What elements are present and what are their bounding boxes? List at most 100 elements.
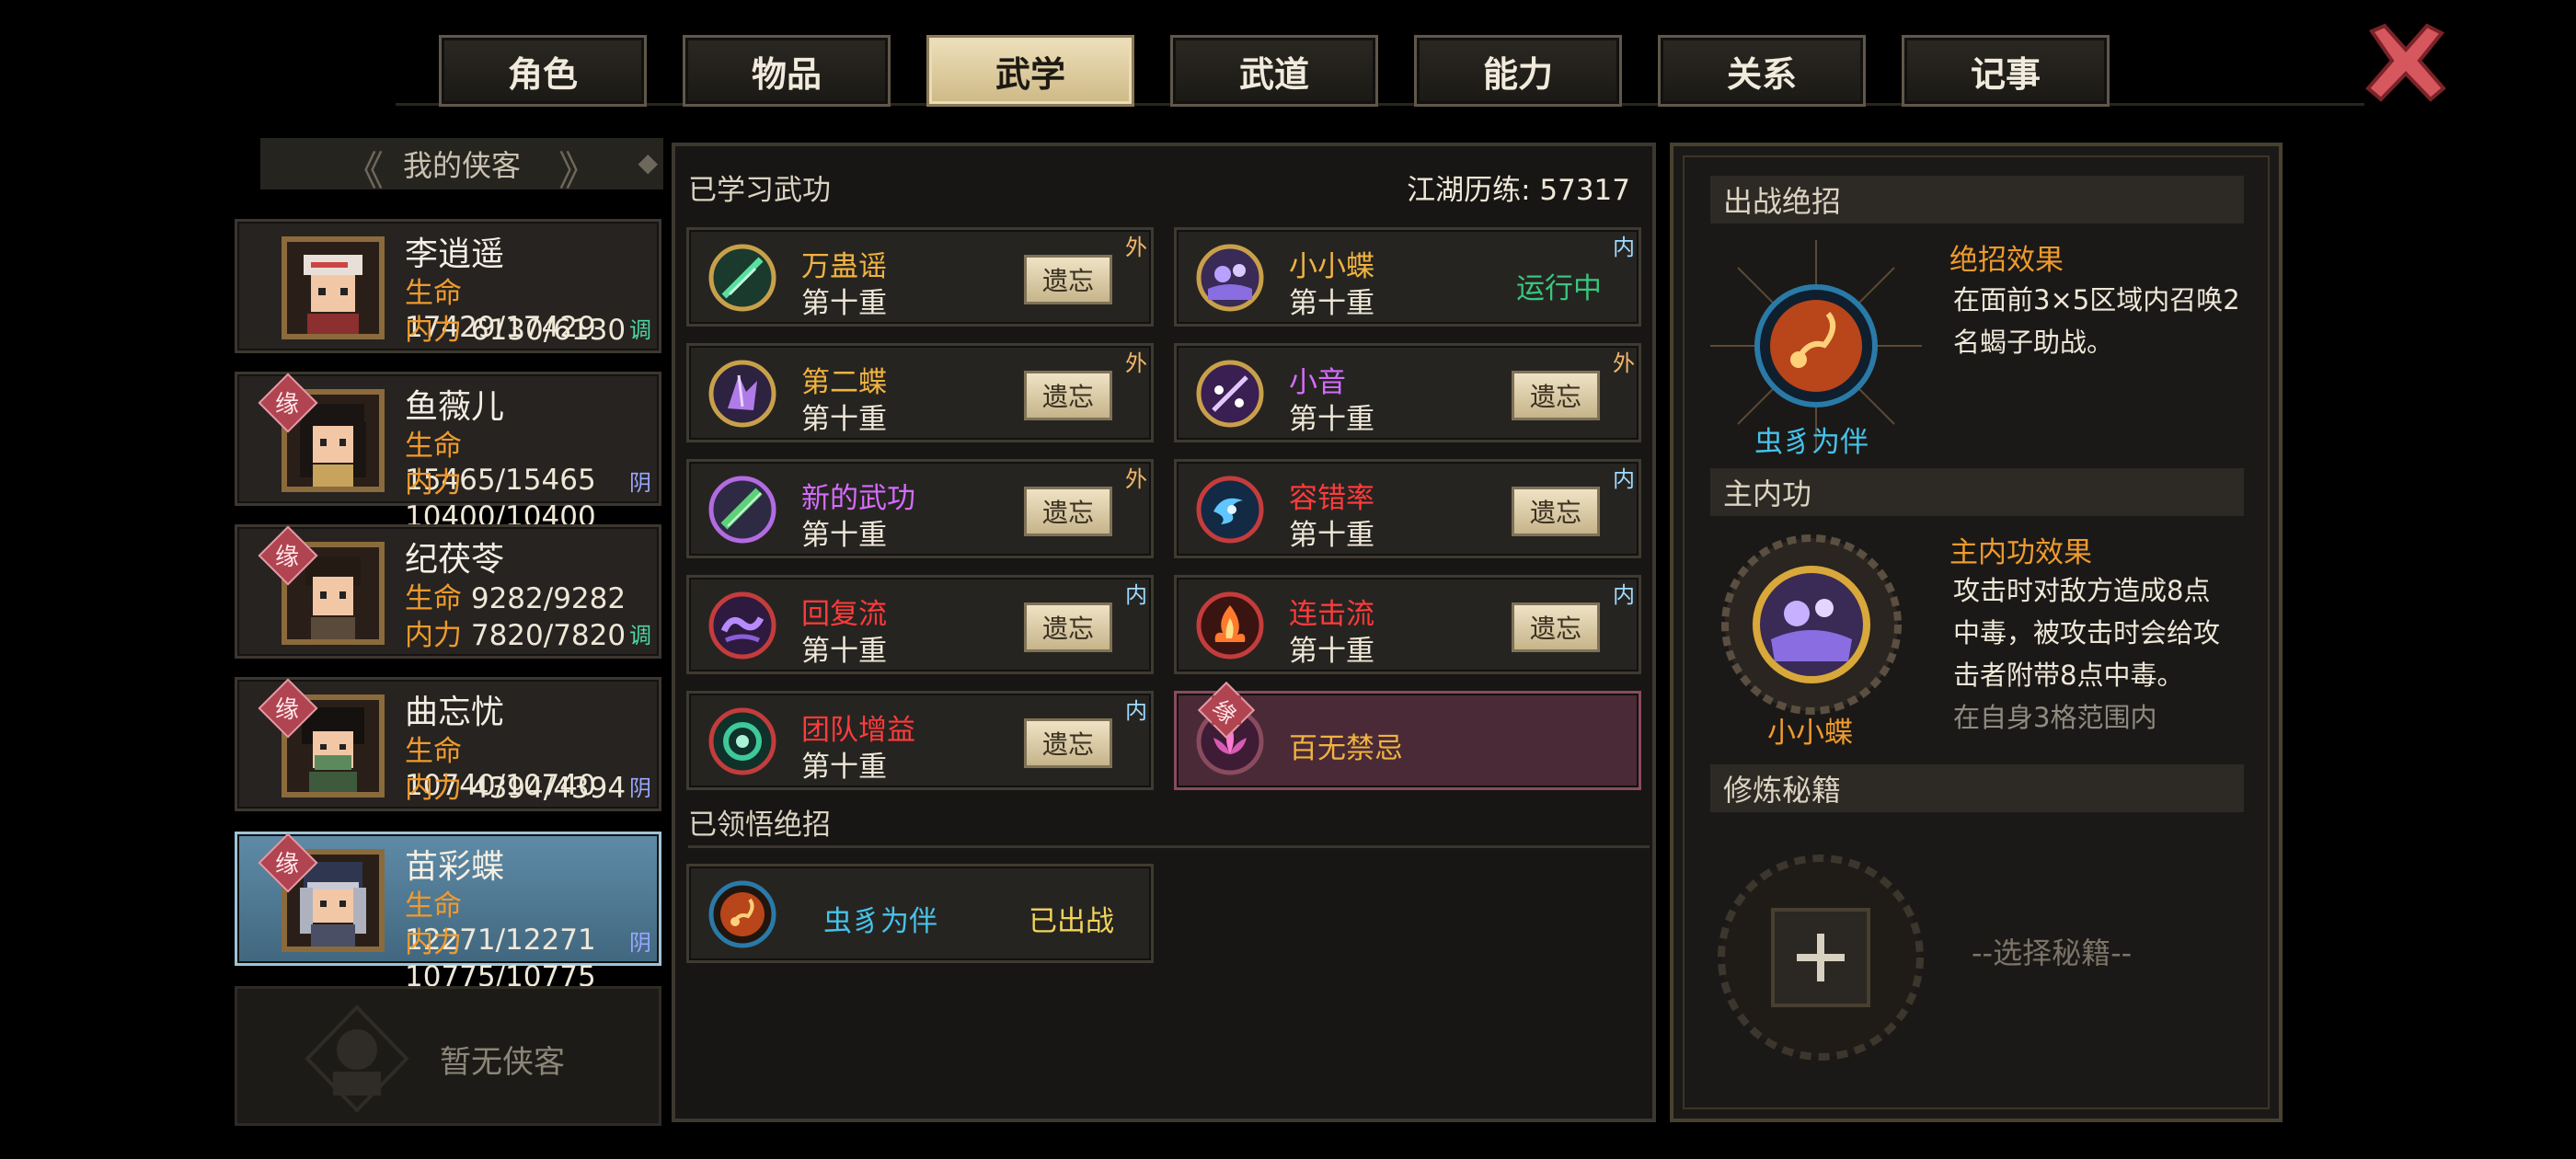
section-divider [688, 845, 1650, 848]
skill-card[interactable]: 小音 第十重 遗忘 外 [1174, 343, 1641, 442]
learned-skills-title: 已学习武功 [688, 174, 831, 207]
ultimate-status: 已出战 [1029, 905, 1114, 938]
scorpion-icon [708, 880, 776, 948]
type-badge: 外 [1605, 342, 1642, 379]
inner-emblem [1721, 534, 1902, 715]
select-manual-label[interactable]: --选择秘籍-- [1972, 930, 2132, 972]
tab-martial-way[interactable]: 武道 [1170, 35, 1378, 107]
skill-card[interactable]: 万蛊谣 第十重 遗忘 外 [686, 227, 1154, 327]
inner-effect-scroll[interactable]: 攻击时对敌方造成8点中毒，被攻击时会给攻击者附带8点中毒。 在自身3格范围内 [1953, 569, 2229, 752]
running-status: 运行中 [1516, 272, 1602, 305]
ring-icon [708, 707, 776, 775]
hero-mp: 内力 7820/7820 [405, 619, 627, 652]
skill-level: 第十重 [1289, 519, 1374, 552]
skill-card[interactable]: 第二蝶 第十重 遗忘 外 [686, 343, 1154, 442]
hero-name: 纪茯苓 [405, 541, 505, 579]
avatar-li-xiaoyao [287, 242, 379, 334]
tab-relations[interactable]: 关系 [1658, 35, 1866, 107]
inner-caption: 小小蝶 [1767, 717, 1853, 750]
skill-level: 第十重 [801, 751, 887, 784]
diamond-icon: ◆ [638, 147, 658, 178]
skill-card-special[interactable]: 百无禁忌 缘 [1174, 681, 1641, 790]
skill-name: 新的武功 [801, 482, 915, 515]
forget-button[interactable]: 遗忘 [1024, 602, 1112, 652]
inner-effect-text: 攻击时对敌方造成8点中毒，被攻击时会给攻击者附带8点中毒。 [1953, 575, 2221, 691]
skills-panel: 已学习武功 江湖历练: 57317 万蛊谣 第十重 遗忘 外 小小蝶 第十重 运… [672, 143, 1656, 1122]
forget-button[interactable]: 遗忘 [1024, 718, 1112, 768]
skill-card[interactable]: 容错率 第十重 遗忘 内 [1174, 459, 1641, 558]
battle-ultimate-header: 出战绝招 [1710, 176, 2244, 224]
hero-tag: 调 [629, 623, 651, 648]
skill-name: 小小蝶 [1289, 250, 1374, 283]
tab-martial-arts[interactable]: 武学 [926, 35, 1134, 107]
hero-name: 李逍遥 [405, 235, 505, 273]
skill-card[interactable]: 团队增益 第十重 遗忘 内 [686, 691, 1154, 790]
main-inner-header: 主内功 [1710, 468, 2244, 516]
skill-name: 连击流 [1289, 598, 1374, 631]
inner-effect-title: 主内功效果 [1949, 536, 2092, 569]
fire-icon [1196, 591, 1264, 660]
manual-header: 修炼秘籍 [1710, 764, 2244, 812]
forget-button[interactable]: 遗忘 [1024, 255, 1112, 304]
ultimate-caption: 虫豸为伴 [1754, 426, 1869, 459]
skill-level: 第十重 [801, 403, 887, 436]
skill-name: 第二蝶 [801, 366, 887, 399]
yuan-badge-label: 缘 [274, 696, 299, 724]
hero-card[interactable]: 缘 纪茯苓 生命 9282/9282 内力 7820/7820 调 [235, 524, 661, 659]
yuan-badge-label: 缘 [274, 851, 299, 878]
hero-portrait [282, 236, 385, 339]
green-slash-icon [708, 244, 776, 312]
skill-level: 第十重 [1289, 287, 1374, 320]
ultimates-title: 已领悟绝招 [688, 809, 831, 842]
manual-slot-frame [1718, 855, 1924, 1061]
hero-mp: 内力 6130/6130 [405, 314, 627, 347]
tab-items[interactable]: 物品 [683, 35, 891, 107]
skill-name: 百无禁忌 [1289, 732, 1403, 765]
tab-abilities[interactable]: 能力 [1414, 35, 1622, 107]
forget-button[interactable]: 遗忘 [1512, 371, 1600, 420]
tab-journal[interactable]: 记事 [1902, 35, 2110, 107]
hero-card-selected[interactable]: 缘 苗彩蝶 生命 12271/12271 内力 10775/10775 阴 [235, 832, 661, 993]
type-badge: 内 [1605, 458, 1642, 495]
hero-name: 苗彩蝶 [405, 848, 505, 886]
skill-name: 小音 [1289, 366, 1346, 399]
empty-slot-label: 暂无侠客 [440, 1044, 565, 1081]
skill-card[interactable]: 小小蝶 第十重 运行中 内 [1174, 227, 1641, 327]
empty-hero-slot[interactable]: 暂无侠客 [235, 986, 661, 1126]
wave-icon [708, 591, 776, 660]
forget-button[interactable]: 遗忘 [1024, 487, 1112, 536]
forget-button[interactable]: 遗忘 [1512, 602, 1600, 652]
skill-card[interactable]: 新的武功 第十重 遗忘 外 [686, 459, 1154, 558]
tab-character[interactable]: 角色 [439, 35, 647, 107]
hero-card[interactable]: 缘 鱼薇儿 生命 15465/15465 内力 10400/10400 阴 [235, 372, 661, 534]
hero-card[interactable]: 缘 曲忘忧 生命 10740/10740 内力 4394/4394 阴 [235, 677, 661, 811]
type-badge: 内 [1118, 574, 1155, 611]
manual-slot[interactable] [1710, 847, 1931, 1068]
my-heroes-title: 我的侠客 [402, 148, 521, 183]
inner-effect-text-cut: 在自身3格范围内 [1953, 702, 2157, 733]
skill-card[interactable]: 连击流 第十重 遗忘 内 [1174, 575, 1641, 674]
crystal-icon [708, 360, 776, 428]
skill-name: 万蛊谣 [801, 250, 887, 283]
hero-mp: 内力 10400/10400 [405, 466, 596, 534]
type-badge: 内 [1118, 690, 1155, 727]
forget-button[interactable]: 遗忘 [1512, 487, 1600, 536]
jianghu-experience: 江湖历练: 57317 [1407, 174, 1630, 207]
ultimate-card[interactable]: 虫豸为伴 已出战 [686, 864, 1154, 963]
close-button[interactable] [2363, 20, 2449, 105]
forget-button[interactable]: 遗忘 [1024, 371, 1112, 420]
skill-name: 容错率 [1289, 482, 1374, 515]
my-heroes-header: 《 我的侠客 》 ◆ [260, 138, 663, 195]
type-badge: 内 [1605, 226, 1642, 263]
hero-tag: 调 [629, 317, 651, 343]
hero-name: 鱼薇儿 [405, 388, 505, 426]
skill-card[interactable]: 回复流 第十重 遗忘 内 [686, 575, 1154, 674]
hero-hp: 生命 9282/9282 [405, 582, 627, 615]
hero-card[interactable]: 李逍遥 生命 17429/17429 内力 6130/6130 调 [235, 219, 661, 353]
hero-mp: 内力 4394/4394 [405, 772, 627, 805]
type-badge: 外 [1118, 226, 1155, 263]
hero-tag: 阴 [629, 930, 651, 956]
chevron-right-icon[interactable]: 》 [558, 138, 599, 197]
skill-name: 团队增益 [801, 714, 915, 747]
chevron-left-icon[interactable]: 《 [343, 138, 384, 197]
